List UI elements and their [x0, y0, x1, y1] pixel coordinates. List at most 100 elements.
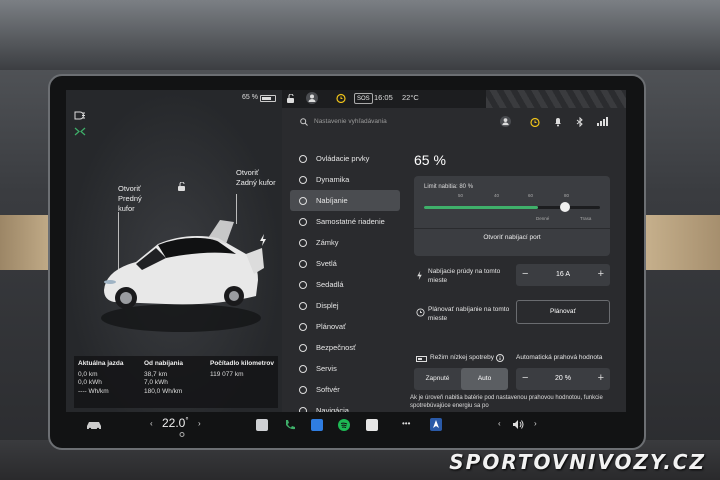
menu-item-label: Sedadlá — [316, 280, 344, 289]
stat-value: 0,0 km — [78, 370, 98, 378]
auto-threshold-stepper: − 20 % + — [516, 368, 610, 390]
menu-item-label: Nabíjanie — [316, 196, 348, 205]
low-power-on-option[interactable]: Zapnuté — [414, 368, 461, 390]
profile-icon[interactable] — [306, 92, 318, 104]
phone-icon[interactable] — [284, 419, 296, 431]
open-trunk-text: Otvoriť Zadný kufor — [236, 168, 276, 187]
climate-app-icon[interactable] — [256, 419, 268, 431]
stat-value: 38,7 km — [144, 370, 168, 378]
open-frunk-label[interactable]: Otvoriť Predný kufor — [118, 184, 142, 214]
tick-label: 80 — [564, 193, 570, 198]
spotify-icon[interactable] — [338, 419, 350, 431]
wrench-icon — [299, 365, 307, 373]
low-power-description: Ak je úroveň nabitia batérie pod nastave… — [410, 395, 603, 409]
menu-item[interactable]: Ovládacie prvky — [290, 148, 400, 169]
temperature-value: 22.0 — [162, 416, 186, 430]
sos-badge[interactable]: SOS — [354, 93, 373, 104]
divider — [414, 228, 610, 229]
stat-value: 7,0 kWh — [144, 379, 168, 386]
volume-down-chevron-icon[interactable]: ‹ — [498, 419, 501, 428]
unlock-icon[interactable] — [177, 182, 187, 192]
menu-item-label: Zámky — [316, 238, 339, 247]
profile-icon[interactable] — [500, 116, 511, 127]
car-icon — [299, 176, 307, 184]
segment-label-daily: Denné — [536, 216, 550, 221]
unlock-status-icon[interactable] — [286, 94, 296, 104]
menu-item[interactable]: Servis — [290, 358, 400, 379]
headlight-icon[interactable] — [74, 111, 86, 120]
current-charge-fill — [424, 206, 539, 209]
auto-threshold-value: 20 % — [555, 375, 571, 382]
auto-threshold-label: Automatická prahová hodnota — [516, 354, 603, 361]
alarm-clock-icon[interactable] — [336, 93, 346, 103]
menu-item[interactable]: Nabíjanie — [290, 190, 400, 211]
bolt-icon — [417, 271, 422, 280]
increase-threshold-button[interactable]: + — [598, 372, 604, 384]
charge-limit-handle[interactable] — [559, 202, 570, 212]
drl-icon[interactable] — [74, 127, 86, 136]
charge-current-label: Nabíjacie prúdy na tomto mieste — [428, 268, 501, 284]
schedule-charging-label: Plánovať nabíjanie na tomto mieste — [428, 306, 510, 322]
charge-limit-label: Limit nabitia: 80 % — [424, 184, 474, 190]
menu-item-label: Softvér — [316, 385, 340, 394]
battery-level: 65 % — [414, 152, 446, 168]
menu-item[interactable]: Svetlá — [290, 253, 400, 274]
bluetooth-app-icon[interactable] — [311, 419, 323, 431]
menu-item[interactable]: Bezpečnosť — [290, 337, 400, 358]
menu-item-label: Dynamika — [316, 175, 350, 184]
charge-limit-slider[interactable] — [424, 202, 600, 212]
low-power-auto-option[interactable]: Auto — [461, 368, 508, 390]
tick-label: 50 — [458, 193, 464, 198]
low-power-toggle: Zapnuté Auto — [414, 368, 508, 390]
menu-item[interactable]: Softvér — [290, 379, 400, 400]
toggle-icon — [299, 155, 307, 163]
open-frunk-text: Otvoriť Predný kufor — [118, 184, 142, 213]
menu-item-label: Svetlá — [316, 259, 337, 268]
menu-item-label: Servis — [316, 364, 337, 373]
volume-icon[interactable] — [512, 419, 524, 430]
temp-increase-chevron-icon[interactable]: › — [198, 419, 201, 428]
slider-ticks: 50 40 60 80 — [424, 193, 602, 201]
bluetooth-icon[interactable] — [576, 117, 584, 127]
battery-small-icon — [416, 356, 427, 362]
search-row: Nastavenie vyhľadávania — [282, 112, 626, 132]
temp-decrease-chevron-icon[interactable]: ‹ — [150, 419, 153, 428]
search-input[interactable]: Nastavenie vyhľadávania — [314, 118, 387, 125]
menu-item[interactable]: Samostatné riadenie — [290, 211, 400, 232]
mini-map[interactable] — [486, 90, 626, 108]
more-apps-icon[interactable]: ••• — [402, 419, 410, 428]
navigation-app-icon[interactable] — [430, 418, 442, 431]
low-power-mode-label: Režim nízkej spotreby — [430, 354, 494, 361]
menu-item[interactable]: Sedadlá — [290, 274, 400, 295]
bell-icon[interactable] — [554, 117, 562, 127]
car-icon[interactable] — [86, 420, 102, 430]
tick-label: 60 — [528, 193, 534, 198]
cabin-temperature[interactable]: 22.0° — [162, 416, 189, 430]
increase-current-button[interactable]: + — [598, 268, 604, 280]
lock-icon — [299, 239, 307, 247]
schedule-button[interactable]: Plánovať — [516, 300, 610, 324]
menu-item-label: Samostatné riadenie — [316, 217, 385, 226]
stat-since-charge: Od nabíjania 38,7 km 7,0 kWh 180,0 Wh/km — [144, 360, 183, 396]
stat-title: Aktuálna jazda — [78, 360, 124, 367]
shield-icon — [299, 344, 307, 352]
menu-item[interactable]: Plánovať — [290, 316, 400, 337]
stat-current-trip: Aktuálna jazda 0,0 km 0,0 kWh ---- Wh/km — [78, 360, 124, 396]
menu-item[interactable]: Displej — [290, 295, 400, 316]
volume-up-chevron-icon[interactable]: › — [534, 419, 537, 428]
search-icon[interactable] — [300, 118, 308, 126]
menu-item[interactable]: Zámky — [290, 232, 400, 253]
menu-item[interactable]: Dynamika — [290, 169, 400, 190]
fan-icon[interactable] — [178, 432, 186, 437]
stat-title: Počítadlo kilometrov — [210, 360, 274, 367]
stat-value: 0,0 kWh — [78, 379, 102, 386]
open-charge-port-button[interactable]: Otvoriť nabíjací port — [414, 234, 610, 241]
lte-signal-icon[interactable] — [596, 117, 608, 126]
calendar-app-icon[interactable] — [366, 419, 378, 431]
battery-percent: 65 % — [242, 94, 258, 101]
info-icon[interactable] — [496, 354, 504, 362]
charge-current-value: 16 A — [555, 271, 570, 278]
alarm-clock-icon[interactable] — [530, 117, 540, 127]
open-trunk-label[interactable]: Otvoriť Zadný kufor — [236, 168, 276, 188]
settings-menu: Ovládacie prvky Dynamika Nabíjanie Samostat… — [290, 148, 400, 421]
